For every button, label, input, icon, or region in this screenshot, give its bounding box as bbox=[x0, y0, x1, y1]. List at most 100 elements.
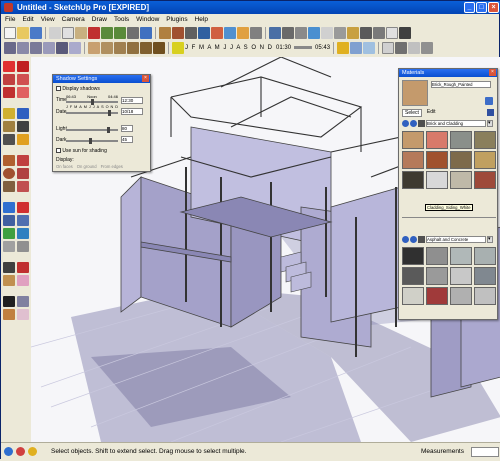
dark-input[interactable]: 45 bbox=[121, 136, 133, 143]
geo-location-icon[interactable] bbox=[4, 447, 13, 456]
follow-me-icon[interactable] bbox=[17, 74, 29, 85]
zoom-icon[interactable] bbox=[3, 215, 15, 226]
instructor-icon[interactable] bbox=[28, 447, 37, 456]
shadow-toggle-icon[interactable] bbox=[172, 41, 184, 54]
collection-dropdown-top[interactable]: Brick and Cladding bbox=[426, 120, 486, 127]
material-name-field[interactable]: Brick_Rough_Painted bbox=[431, 81, 491, 88]
text-tool-icon[interactable] bbox=[360, 26, 372, 39]
menu-edit[interactable]: Edit bbox=[22, 14, 33, 25]
redo-icon[interactable] bbox=[114, 26, 126, 39]
move-tool-icon[interactable] bbox=[269, 26, 281, 39]
material-swatch[interactable] bbox=[474, 287, 496, 305]
pan-icon[interactable] bbox=[17, 202, 29, 213]
measurements-input[interactable] bbox=[471, 447, 499, 457]
date-input[interactable]: 10/18 bbox=[121, 108, 143, 115]
credits-icon[interactable] bbox=[16, 447, 25, 456]
copy-icon[interactable] bbox=[62, 26, 74, 39]
print-icon[interactable] bbox=[127, 26, 139, 39]
sandbox-drape-icon[interactable] bbox=[408, 41, 421, 54]
display-shadows-row[interactable]: Display shadows bbox=[56, 86, 100, 92]
right-view-icon[interactable] bbox=[43, 41, 55, 54]
material-swatch[interactable] bbox=[402, 151, 424, 169]
create-material-icon[interactable] bbox=[485, 97, 493, 105]
back-view-icon[interactable] bbox=[56, 41, 68, 54]
material-swatch[interactable] bbox=[426, 267, 448, 285]
light-input[interactable]: 80 bbox=[121, 125, 133, 132]
material-swatch[interactable] bbox=[426, 151, 448, 169]
materials-close-button[interactable]: × bbox=[489, 69, 496, 76]
material-swatch[interactable] bbox=[450, 171, 472, 189]
sandbox-icon[interactable] bbox=[282, 26, 294, 39]
from-edges-option[interactable]: From edges bbox=[101, 164, 123, 169]
light-slider-thumb[interactable] bbox=[107, 127, 110, 133]
sun-shading-checkbox[interactable] bbox=[56, 148, 61, 154]
erase-icon[interactable] bbox=[88, 26, 100, 39]
move-icon[interactable] bbox=[3, 61, 15, 72]
walk-icon[interactable] bbox=[3, 262, 15, 273]
dark-slider[interactable] bbox=[66, 140, 118, 142]
undo-icon[interactable] bbox=[101, 26, 113, 39]
menu-view[interactable]: View bbox=[41, 14, 55, 25]
home-icon[interactable] bbox=[418, 236, 425, 243]
iso-view-icon[interactable] bbox=[4, 41, 16, 54]
shadow-time-slider[interactable] bbox=[294, 46, 313, 49]
material-swatch[interactable] bbox=[402, 131, 424, 149]
material-swatch[interactable] bbox=[450, 267, 472, 285]
on-ground-option[interactable]: On ground bbox=[77, 164, 97, 169]
tape-measure-tool-icon[interactable] bbox=[3, 108, 15, 119]
material-swatch[interactable] bbox=[474, 247, 496, 265]
axes-tool-icon[interactable] bbox=[3, 134, 15, 145]
arc-icon[interactable] bbox=[17, 168, 29, 179]
section-plane-tool-icon[interactable] bbox=[17, 262, 29, 273]
share-model-icon[interactable] bbox=[211, 26, 223, 39]
rotate-view-icon[interactable] bbox=[308, 26, 320, 39]
select-arrow-icon[interactable] bbox=[3, 296, 15, 307]
collection-dropdown-bottom-arrow[interactable]: ▾ bbox=[487, 236, 493, 243]
zoom-extents-icon[interactable] bbox=[17, 228, 29, 239]
material-swatch[interactable] bbox=[450, 287, 472, 305]
look-around-icon[interactable] bbox=[17, 241, 29, 252]
layers-icon[interactable] bbox=[321, 26, 333, 39]
wireframe-icon[interactable] bbox=[101, 41, 113, 54]
top-view-icon[interactable] bbox=[17, 41, 29, 54]
dimension-tool-icon[interactable] bbox=[17, 108, 29, 119]
material-swatch[interactable] bbox=[474, 131, 496, 149]
menu-plugins[interactable]: Plugins bbox=[166, 14, 187, 25]
push-pull-icon[interactable] bbox=[17, 61, 29, 72]
material-swatch[interactable] bbox=[426, 171, 448, 189]
material-swatch[interactable] bbox=[402, 267, 424, 285]
polygon-icon[interactable] bbox=[3, 181, 15, 192]
material-swatch[interactable] bbox=[426, 131, 448, 149]
menu-window[interactable]: Window bbox=[136, 14, 159, 25]
minimize-button[interactable]: _ bbox=[464, 2, 475, 13]
menu-file[interactable]: File bbox=[5, 14, 15, 25]
tape-measure-icon[interactable] bbox=[347, 26, 359, 39]
paint-bucket-tool-icon[interactable] bbox=[3, 309, 15, 320]
maximize-button[interactable]: □ bbox=[476, 2, 487, 13]
3d-text-tool-icon[interactable] bbox=[17, 134, 29, 145]
scale-icon[interactable] bbox=[3, 87, 15, 98]
erase-tool-icon[interactable] bbox=[17, 309, 29, 320]
previous-view-icon[interactable] bbox=[3, 228, 15, 239]
home-icon[interactable] bbox=[418, 120, 425, 127]
time-input[interactable]: 12:30 bbox=[121, 97, 143, 104]
display-section-planes-icon[interactable] bbox=[363, 41, 376, 54]
monochrome-icon[interactable] bbox=[153, 41, 165, 54]
save-icon[interactable] bbox=[30, 26, 42, 39]
position-camera-icon[interactable] bbox=[3, 241, 15, 252]
shaded-icon[interactable] bbox=[127, 41, 139, 54]
display-shadows-checkbox[interactable] bbox=[56, 86, 61, 92]
material-swatch[interactable] bbox=[426, 287, 448, 305]
xray-icon[interactable] bbox=[88, 41, 100, 54]
toggle-terrain-icon[interactable] bbox=[250, 26, 262, 39]
rotate-icon[interactable] bbox=[3, 74, 15, 85]
hidden-line-icon[interactable] bbox=[114, 41, 126, 54]
forward-arrow-icon[interactable] bbox=[410, 120, 417, 127]
menu-help[interactable]: Help bbox=[195, 14, 208, 25]
close-button[interactable]: × bbox=[488, 2, 499, 13]
menu-camera[interactable]: Camera bbox=[62, 14, 85, 25]
fog-icon[interactable] bbox=[337, 41, 350, 54]
eraser-icon[interactable] bbox=[17, 275, 29, 286]
paint-icon[interactable] bbox=[3, 275, 15, 286]
shadow-settings-close-button[interactable]: × bbox=[142, 75, 149, 82]
